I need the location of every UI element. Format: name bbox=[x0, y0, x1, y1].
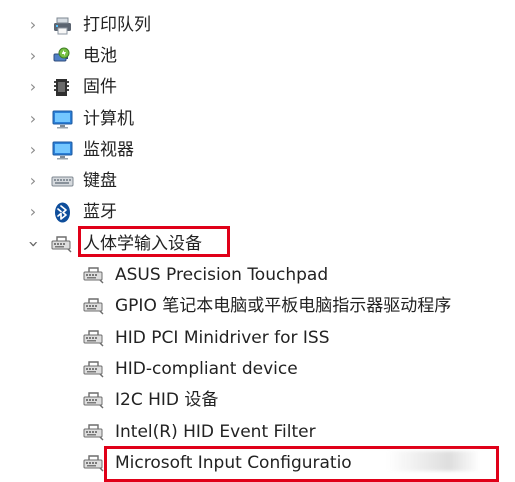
tree-item-battery[interactable]: › 电池 bbox=[26, 41, 117, 71]
tree-item-computer[interactable]: › 计算机 bbox=[26, 104, 134, 134]
hid-device-icon bbox=[50, 232, 75, 257]
tree-child-asus-touchpad[interactable]: ASUS Precision Touchpad bbox=[82, 260, 328, 290]
hid-device-icon bbox=[82, 357, 107, 382]
hid-device-icon bbox=[82, 294, 107, 319]
tree-item-human-interface-devices[interactable]: › 人体学输入设备 bbox=[23, 229, 202, 259]
tree-item-monitor[interactable]: › 监视器 bbox=[26, 135, 134, 165]
monitor-icon bbox=[50, 138, 75, 163]
tree-item-label: 监视器 bbox=[83, 139, 134, 160]
tree-child-hid-compliant-device[interactable]: HID-compliant device bbox=[82, 354, 298, 384]
tree-child-i2c-hid-device[interactable]: I2C HID 设备 bbox=[82, 385, 218, 415]
chevron-right-icon[interactable]: › bbox=[26, 204, 40, 220]
tree-item-label: ASUS Precision Touchpad bbox=[115, 264, 329, 285]
hid-device-icon bbox=[82, 420, 107, 445]
tree-item-label: Intel(R) HID Event Filter bbox=[115, 421, 316, 442]
tree-item-label: 人体学输入设备 bbox=[83, 233, 202, 254]
device-manager-tree: › 打印队列 › 电池 › 固件 › 计算机 › 监视器 › 键盘 › 蓝牙 ›… bbox=[0, 0, 515, 482]
firmware-icon bbox=[50, 75, 75, 100]
chevron-right-icon[interactable]: › bbox=[26, 142, 40, 158]
tree-item-label: HID-compliant device bbox=[115, 358, 298, 379]
chevron-right-icon[interactable]: › bbox=[26, 111, 40, 127]
chevron-right-icon[interactable]: › bbox=[26, 173, 40, 189]
bluetooth-icon bbox=[50, 200, 75, 225]
tree-child-gpio-indicator-driver[interactable]: GPIO 笔记本电脑或平板电脑指示器驱动程序 bbox=[82, 291, 451, 321]
keyboard-icon bbox=[50, 169, 75, 194]
tree-child-microsoft-input-configuration[interactable]: Microsoft Input Configuratio bbox=[82, 448, 352, 478]
chevron-down-icon[interactable]: › bbox=[23, 237, 44, 251]
tree-item-label: 计算机 bbox=[83, 108, 134, 129]
battery-icon bbox=[50, 44, 75, 69]
hid-device-icon bbox=[82, 451, 107, 476]
printer-icon bbox=[50, 13, 75, 38]
tree-item-label: Microsoft Input Configuratio bbox=[115, 452, 352, 473]
tree-item-label: 蓝牙 bbox=[83, 201, 117, 222]
tree-item-label: HID PCI Minidriver for ISS bbox=[115, 327, 330, 348]
hid-device-icon bbox=[82, 388, 107, 413]
blurred-text-mask bbox=[387, 451, 480, 471]
monitor-icon bbox=[50, 107, 75, 132]
tree-child-intel-hid-event-filter[interactable]: Intel(R) HID Event Filter bbox=[82, 417, 316, 447]
tree-item-firmware[interactable]: › 固件 bbox=[26, 72, 117, 102]
tree-child-hid-pci-minidriver[interactable]: HID PCI Minidriver for ISS bbox=[82, 323, 330, 353]
tree-item-label: 打印队列 bbox=[83, 14, 151, 35]
tree-item-keyboard[interactable]: › 键盘 bbox=[26, 166, 117, 196]
chevron-right-icon[interactable]: › bbox=[26, 79, 40, 95]
tree-item-bluetooth[interactable]: › 蓝牙 bbox=[26, 197, 117, 227]
tree-item-label: I2C HID 设备 bbox=[115, 389, 219, 410]
chevron-right-icon[interactable]: › bbox=[26, 48, 40, 64]
tree-item-label: 键盘 bbox=[83, 170, 117, 191]
chevron-right-icon[interactable]: › bbox=[26, 17, 40, 33]
hid-device-icon bbox=[82, 263, 107, 288]
tree-item-print-queue[interactable]: › 打印队列 bbox=[26, 10, 151, 40]
tree-item-label: GPIO 笔记本电脑或平板电脑指示器驱动程序 bbox=[115, 295, 452, 316]
tree-item-label: 固件 bbox=[83, 76, 117, 97]
tree-item-label: 电池 bbox=[83, 45, 117, 66]
hid-device-icon bbox=[82, 326, 107, 351]
